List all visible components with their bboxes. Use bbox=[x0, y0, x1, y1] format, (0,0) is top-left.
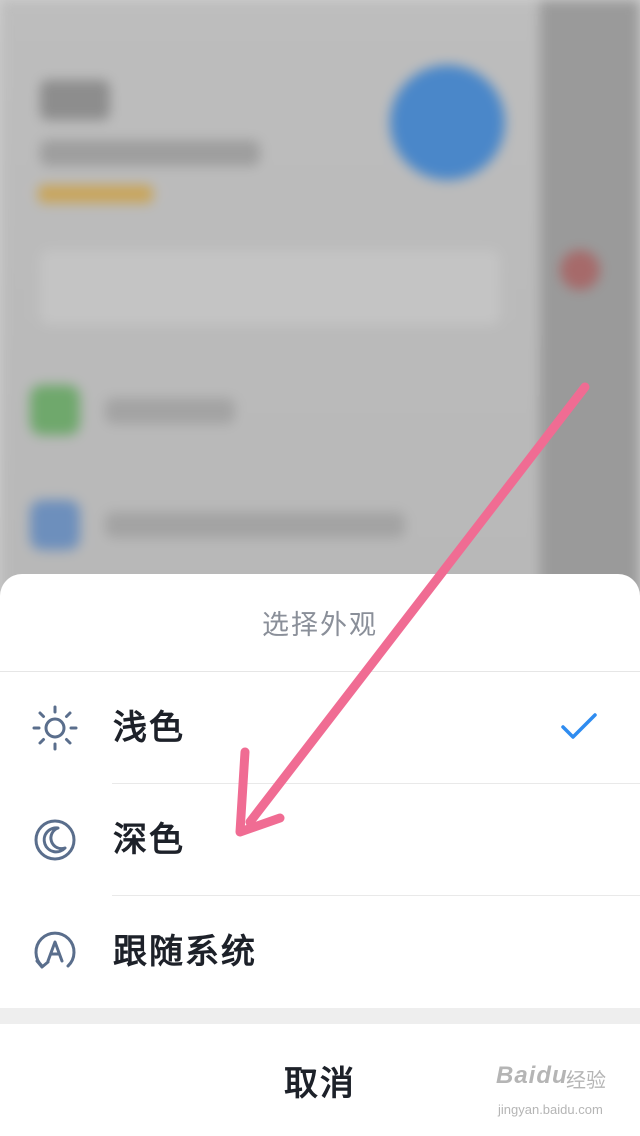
background-red-dot bbox=[560, 250, 600, 290]
watermark-suffix: 经验 bbox=[566, 1070, 606, 1092]
background-side-panel bbox=[540, 0, 640, 620]
watermark-url: jingyan.baidu.com bbox=[498, 1102, 603, 1117]
background-subtitle-block bbox=[40, 140, 260, 166]
background-app-icon-blue bbox=[30, 500, 80, 550]
option-dark[interactable]: 深色 bbox=[0, 784, 640, 896]
auto-theme-icon bbox=[34, 931, 76, 969]
appearance-action-sheet: 选择外观 浅色 深色 跟随系统 取消 bbox=[0, 574, 640, 1136]
option-label: 跟随系统 bbox=[113, 932, 257, 972]
background-list-text bbox=[105, 398, 235, 424]
background-title-block bbox=[40, 80, 110, 120]
background-card bbox=[40, 250, 500, 325]
baidu-watermark: Baidu 经验 jingyan.baidu.com bbox=[492, 1062, 632, 1124]
sheet-title: 选择外观 bbox=[0, 574, 640, 672]
background-app-icon-green bbox=[30, 385, 80, 435]
background-list-text bbox=[105, 512, 405, 538]
option-light[interactable]: 浅色 bbox=[0, 672, 640, 784]
screen: 选择外观 浅色 深色 跟随系统 取消 Baidu 经验 jingyan.baid… bbox=[0, 0, 640, 1136]
checkmark-icon bbox=[561, 713, 597, 739]
blurred-background-app bbox=[0, 0, 640, 620]
option-label: 深色 bbox=[113, 820, 185, 860]
option-label: 浅色 bbox=[113, 708, 185, 748]
moon-icon bbox=[34, 819, 76, 861]
section-gap bbox=[0, 1008, 640, 1024]
sun-icon bbox=[32, 705, 78, 751]
background-badge bbox=[38, 185, 153, 203]
background-avatar bbox=[390, 65, 505, 180]
watermark-brand: Baidu bbox=[496, 1062, 568, 1089]
option-follow-system[interactable]: 跟随系统 bbox=[0, 896, 640, 1008]
